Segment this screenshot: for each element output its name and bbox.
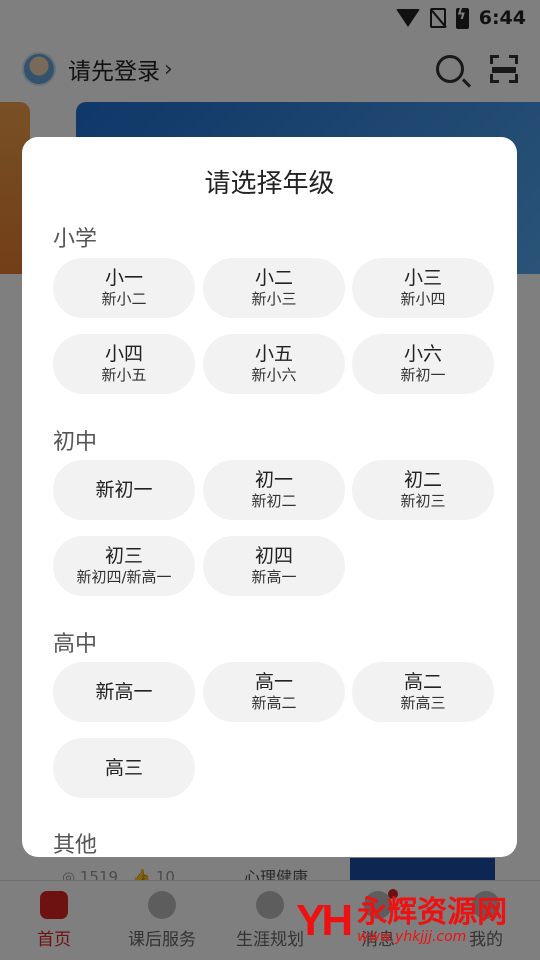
grade-option[interactable]: 高二 新高三: [352, 662, 494, 722]
grade-option[interactable]: 小一 新小二: [53, 258, 195, 318]
grade-option[interactable]: 新初一: [53, 460, 195, 520]
grade-option[interactable]: 初三 新初四/新高一: [53, 536, 195, 596]
grade-option[interactable]: 高三: [53, 738, 195, 798]
section-label-primary: 小学: [53, 227, 98, 252]
section-label-junior: 初中: [53, 430, 98, 455]
section-label-senior: 高中: [53, 632, 98, 657]
grade-option[interactable]: 小五 新小六: [203, 334, 345, 394]
dialog-title: 请选择年级: [204, 169, 335, 199]
grade-picker-dialog: 请选择年级 小学 小一 新小二 小二 新小三 小三 新小四 小四 新小五 小五 …: [22, 137, 517, 857]
grade-option[interactable]: 新高一: [53, 662, 195, 722]
grade-option[interactable]: 初二 新初三: [352, 460, 494, 520]
grade-option[interactable]: 初四 新高一: [203, 536, 345, 596]
grade-option[interactable]: 初一 新初二: [203, 460, 345, 520]
watermark-logo: YH: [296, 896, 353, 945]
grade-option[interactable]: 小二 新小三: [203, 258, 345, 318]
grade-option[interactable]: 小四 新小五: [53, 334, 195, 394]
watermark-name: 永辉资源网: [357, 895, 508, 930]
section-label-other: 其他: [53, 833, 98, 857]
grade-option[interactable]: 小三 新小四: [352, 258, 494, 318]
watermark-url: www.yhkjjj.com: [357, 929, 467, 945]
watermark: YH 永辉资源网 www.yhkjjj.com: [296, 896, 507, 946]
grade-option[interactable]: 小六 新初一: [352, 334, 494, 394]
grade-option[interactable]: 高一 新高二: [203, 662, 345, 722]
